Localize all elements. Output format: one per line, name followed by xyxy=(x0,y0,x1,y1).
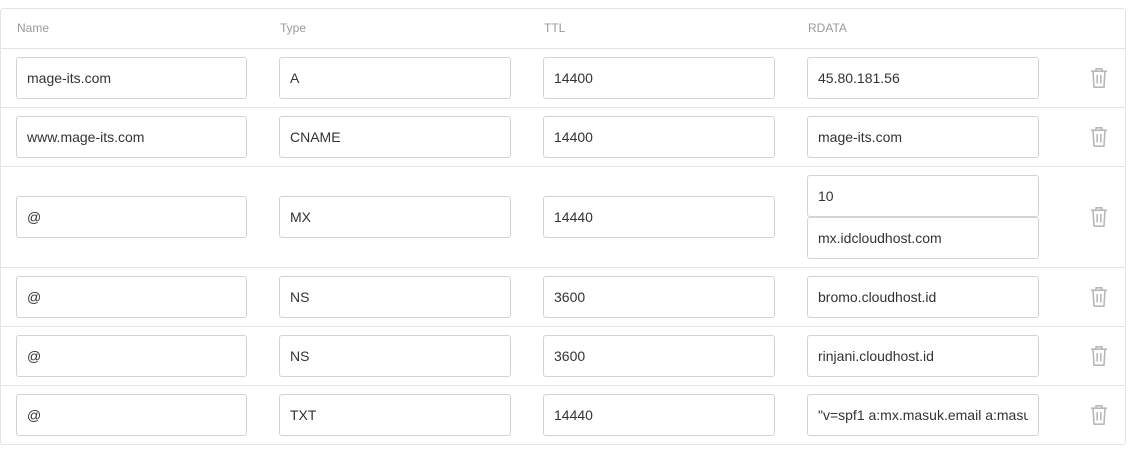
record-name-input[interactable] xyxy=(16,276,247,318)
record-type-input[interactable] xyxy=(279,116,511,158)
table-row xyxy=(1,268,1125,327)
record-type-input[interactable] xyxy=(279,335,511,377)
trash-icon[interactable] xyxy=(1089,206,1109,228)
table-row xyxy=(1,108,1125,167)
table-row xyxy=(1,386,1125,445)
record-mx-priority-input[interactable] xyxy=(807,175,1039,217)
record-ttl-input[interactable] xyxy=(543,196,775,238)
record-rdata-input[interactable] xyxy=(807,394,1039,436)
record-type-input[interactable] xyxy=(279,276,511,318)
trash-icon[interactable] xyxy=(1089,404,1109,426)
record-name-input[interactable] xyxy=(16,57,247,99)
record-ttl-input[interactable] xyxy=(543,276,775,318)
column-header-type: Type xyxy=(280,21,307,35)
record-rdata-input[interactable] xyxy=(807,276,1039,318)
trash-icon[interactable] xyxy=(1089,345,1109,367)
table-row xyxy=(1,49,1125,108)
record-ttl-input[interactable] xyxy=(543,57,775,99)
record-ttl-input[interactable] xyxy=(543,394,775,436)
column-header-rdata: RDATA xyxy=(808,21,847,35)
record-name-input[interactable] xyxy=(16,394,247,436)
record-ttl-input[interactable] xyxy=(543,116,775,158)
dns-records-table: Name Type TTL RDATA xyxy=(0,8,1126,445)
record-mx-host-input[interactable] xyxy=(807,217,1039,259)
record-rdata-input[interactable] xyxy=(807,57,1039,99)
trash-icon[interactable] xyxy=(1089,126,1109,148)
record-ttl-input[interactable] xyxy=(543,335,775,377)
record-rdata-input[interactable] xyxy=(807,116,1039,158)
trash-icon[interactable] xyxy=(1089,67,1109,89)
record-name-input[interactable] xyxy=(16,335,247,377)
table-header: Name Type TTL RDATA xyxy=(1,9,1125,49)
trash-icon[interactable] xyxy=(1089,286,1109,308)
table-row xyxy=(1,167,1125,268)
record-name-input[interactable] xyxy=(16,196,247,238)
record-name-input[interactable] xyxy=(16,116,247,158)
record-rdata-input[interactable] xyxy=(807,335,1039,377)
record-type-input[interactable] xyxy=(279,196,511,238)
column-header-ttl: TTL xyxy=(544,21,566,35)
column-header-name: Name xyxy=(17,21,50,35)
record-type-input[interactable] xyxy=(279,394,511,436)
table-row xyxy=(1,327,1125,386)
record-type-input[interactable] xyxy=(279,57,511,99)
